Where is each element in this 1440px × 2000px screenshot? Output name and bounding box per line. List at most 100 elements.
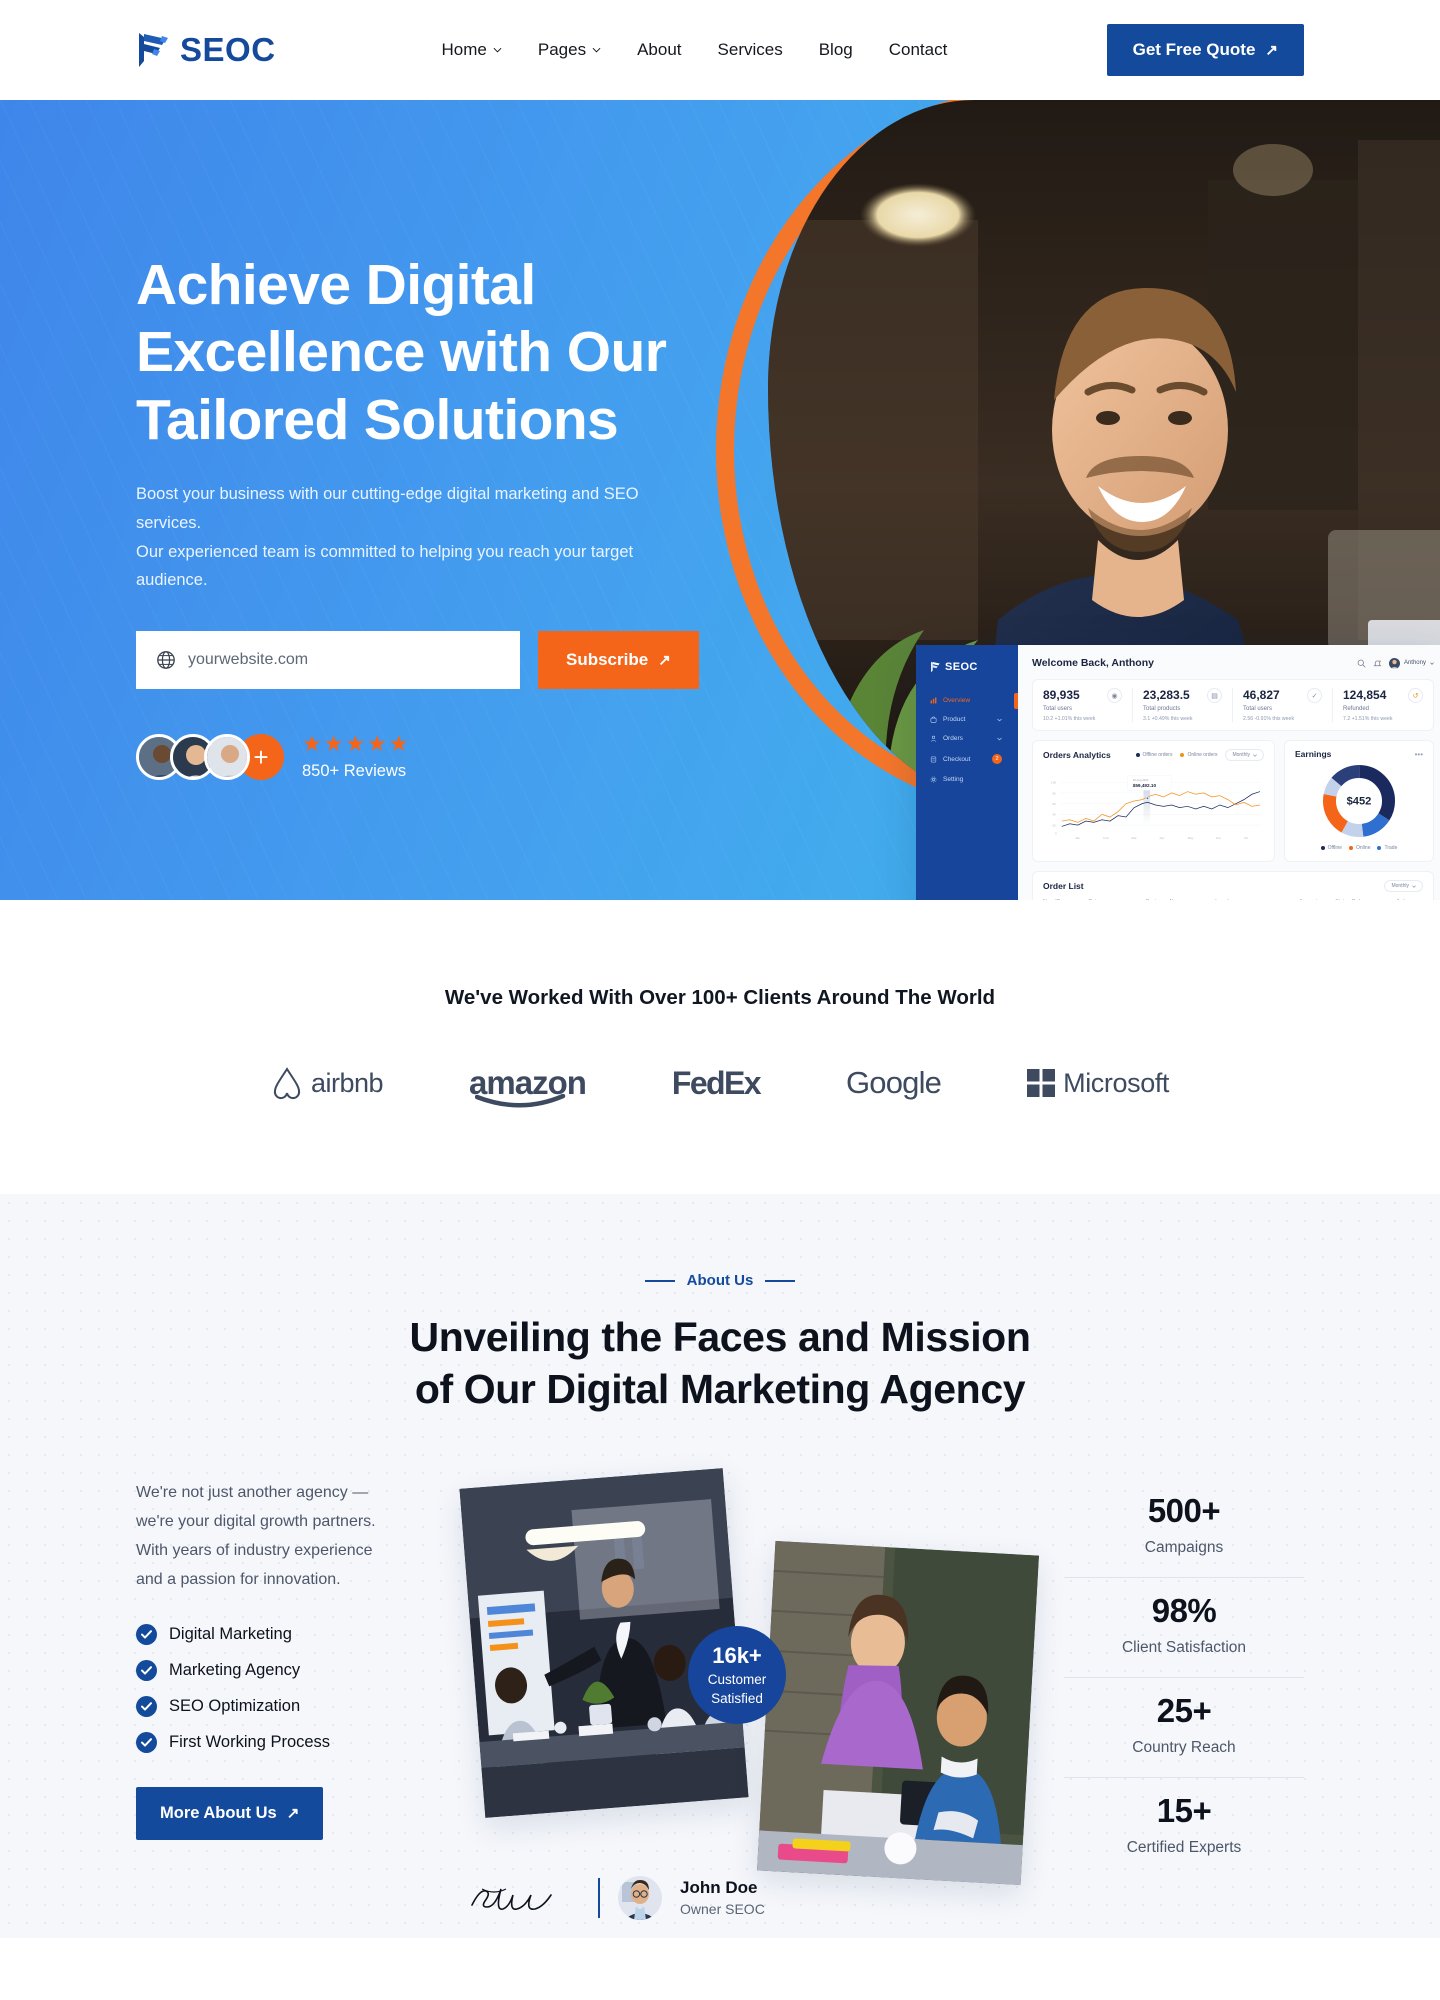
check-circle-icon <box>136 1732 157 1754</box>
checklist-item-first-working-process: First Working Process <box>136 1732 406 1754</box>
stat-label: Total products <box>1143 706 1181 712</box>
microsoft-icon <box>1027 1069 1056 1097</box>
column-header-amount[interactable]: Amount <box>1299 899 1336 900</box>
about-grid: We're not just another agency — we're yo… <box>0 1468 1440 1938</box>
chevron-down-icon <box>1430 662 1434 665</box>
stat-client-satisfaction: 98% Client Satisfaction <box>1064 1578 1304 1678</box>
website-input[interactable] <box>188 651 500 670</box>
nav-item-blog[interactable]: Blog <box>819 40 853 60</box>
column-header-customer-name[interactable]: Customer Name <box>1145 899 1216 900</box>
about-title-line-1: Unveiling the Faces and Mission <box>409 1314 1031 1360</box>
earnings-card: Earnings ••• $452 Offline Online Trade <box>1284 740 1434 862</box>
owner-avatar <box>618 1875 662 1920</box>
stat-value: 25+ <box>1156 1691 1212 1729</box>
airbnb-icon <box>273 1067 300 1100</box>
legend-item-offline: Offline orders <box>1135 752 1172 758</box>
hero-subtitle: Boost your business with our cutting-edg… <box>136 480 700 596</box>
reviewer-avatars: + <box>136 734 284 781</box>
stat-certified-experts: 15+ Certified Experts <box>1064 1778 1304 1877</box>
dashboard-user-menu[interactable]: Anthony <box>1388 657 1434 669</box>
get-free-quote-button[interactable]: Get Free Quote ↗ <box>1106 24 1304 76</box>
more-options-icon[interactable]: ••• <box>1415 750 1423 759</box>
avatar-illustration <box>1388 657 1400 669</box>
nav-item-services[interactable]: Services <box>718 40 783 60</box>
stat-value: 23,283.5 <box>1143 688 1190 702</box>
dashboard-nav-product[interactable]: Product <box>916 710 1018 729</box>
svg-text:Feb: Feb <box>1103 836 1109 840</box>
analytics-range-select[interactable]: Monthly <box>1225 749 1264 761</box>
nav-label: Home <box>441 40 487 59</box>
svg-text:$452: $452 <box>1347 796 1372 808</box>
bell-icon[interactable] <box>1373 659 1382 668</box>
logo-amazon: amazon <box>469 1064 587 1108</box>
owner-divider <box>598 1877 600 1918</box>
checklist-item-seo-optimization: SEO Optimization <box>136 1696 406 1718</box>
dashboard-stat-cards: 89,935 ◉ Total users 10.2 +1.01% this we… <box>1032 679 1434 731</box>
hero-subtitle-line-2: Our experienced team is committed to hel… <box>136 542 634 590</box>
dashboard-nav-label: Orders <box>943 735 963 742</box>
arrow-up-right-icon: ↗ <box>1265 41 1278 59</box>
dashboard-nav-setting[interactable]: Setting <box>916 770 1018 789</box>
avatar-illustration <box>207 737 247 778</box>
legend-item-trade: Trade <box>1377 845 1397 851</box>
nav-item-contact[interactable]: Contact <box>889 40 948 60</box>
checklist-item-digital-marketing: Digital Marketing <box>136 1624 406 1646</box>
dashboard-nav-badge: 2 <box>992 754 1002 764</box>
orders-analytics-card: Orders Analytics Offline orders Online o… <box>1032 740 1275 862</box>
svg-text:16 Aug 2022: 16 Aug 2022 <box>1133 778 1149 782</box>
dashboard-nav-checkout[interactable]: Checkout 2 <box>916 748 1018 770</box>
star-rating-icon: ★★★★★ <box>302 731 411 757</box>
globe-icon <box>157 651 175 670</box>
order-list-range-select[interactable]: Monthly <box>1384 880 1423 892</box>
legend-dot <box>1320 846 1325 850</box>
about-eyebrow-text: About Us <box>686 1272 754 1289</box>
orders-analytics-legend: Offline orders Online orders Monthly <box>1135 749 1264 761</box>
legend-item-online: Online orders <box>1180 752 1217 758</box>
earnings-donut-wrapper: $452 <box>1295 762 1423 840</box>
dashboard-welcome-title: Welcome Back, Anthony <box>1032 657 1154 669</box>
chevron-down-icon <box>592 47 601 53</box>
legend-dot <box>1377 846 1382 850</box>
search-icon[interactable] <box>1357 659 1366 668</box>
nav-item-home[interactable]: Home <box>442 40 502 60</box>
subscribe-button[interactable]: Subscribe ↗ <box>538 631 699 690</box>
orders-analytics-header: Orders Analytics Offline orders Online o… <box>1043 749 1264 761</box>
nav-item-pages[interactable]: Pages <box>538 40 601 60</box>
dashboard-nav-label: Product <box>943 716 966 723</box>
about-left-column: We're not just another agency — we're yo… <box>136 1478 406 1841</box>
column-header-status-order[interactable]: Status Order <box>1335 899 1397 900</box>
nav-item-about[interactable]: About <box>637 40 681 60</box>
owner-role: Owner SEOC <box>680 1901 765 1918</box>
dashboard-topbar-actions: Anthony <box>1357 657 1434 669</box>
dashboard-stat-card: 46,827 ✓ Total users 2.56 -0.91% this we… <box>1233 688 1333 722</box>
arrow-up-right-icon: ↗ <box>286 1805 300 1823</box>
stat-label: Total users <box>1243 706 1273 712</box>
checklist-label: SEO Optimization <box>169 1697 301 1716</box>
hero-title-line-1: Achieve Digital <box>136 253 536 317</box>
eyebrow-line-left <box>644 1279 675 1282</box>
nav-label: Contact <box>888 40 948 59</box>
column-header-id[interactable]: ID <box>1055 899 1089 900</box>
brand-logo[interactable]: SEOC <box>136 31 276 69</box>
svg-text:60: 60 <box>1052 802 1056 806</box>
about-title: Unveiling the Faces and Mission of Our D… <box>0 1311 1440 1416</box>
check-icon: ✓ <box>1307 688 1322 703</box>
stat-label: Refunded <box>1343 706 1370 712</box>
reviews-block: + ★★★★★ 850+ Reviews <box>136 733 700 781</box>
owner-credit: John Doe John D <box>466 1875 765 1920</box>
order-list-table: No ID Date Customer Name Location Amount… <box>1043 899 1423 900</box>
dashboard-nav-overview[interactable]: Overview <box>916 691 1018 710</box>
dashboard-sidebar: SEOC Overview Product Orders Checkout 2 <box>916 645 1018 900</box>
stat-label: Total users <box>1043 706 1073 712</box>
stat-label: Client Satisfaction <box>1121 1638 1247 1656</box>
dashboard-nav-orders[interactable]: Orders <box>916 729 1018 748</box>
brand-name: SEOC <box>180 31 276 68</box>
website-input-wrapper[interactable] <box>136 631 520 690</box>
dashboard-brand-name: SEOC <box>945 661 978 673</box>
svg-text:Jan: Jan <box>1075 836 1080 840</box>
about-copy: We're not just another agency — we're yo… <box>136 1478 406 1594</box>
more-about-us-button[interactable]: More About Us ↗ <box>136 1787 324 1841</box>
dashboard-stat-card: 23,283.5 ▤ Total products 3.1 +0.49% thi… <box>1133 688 1233 722</box>
stat-delta: 3.1 +0.49% this week <box>1143 716 1193 722</box>
earnings-header: Earnings ••• <box>1295 749 1423 759</box>
